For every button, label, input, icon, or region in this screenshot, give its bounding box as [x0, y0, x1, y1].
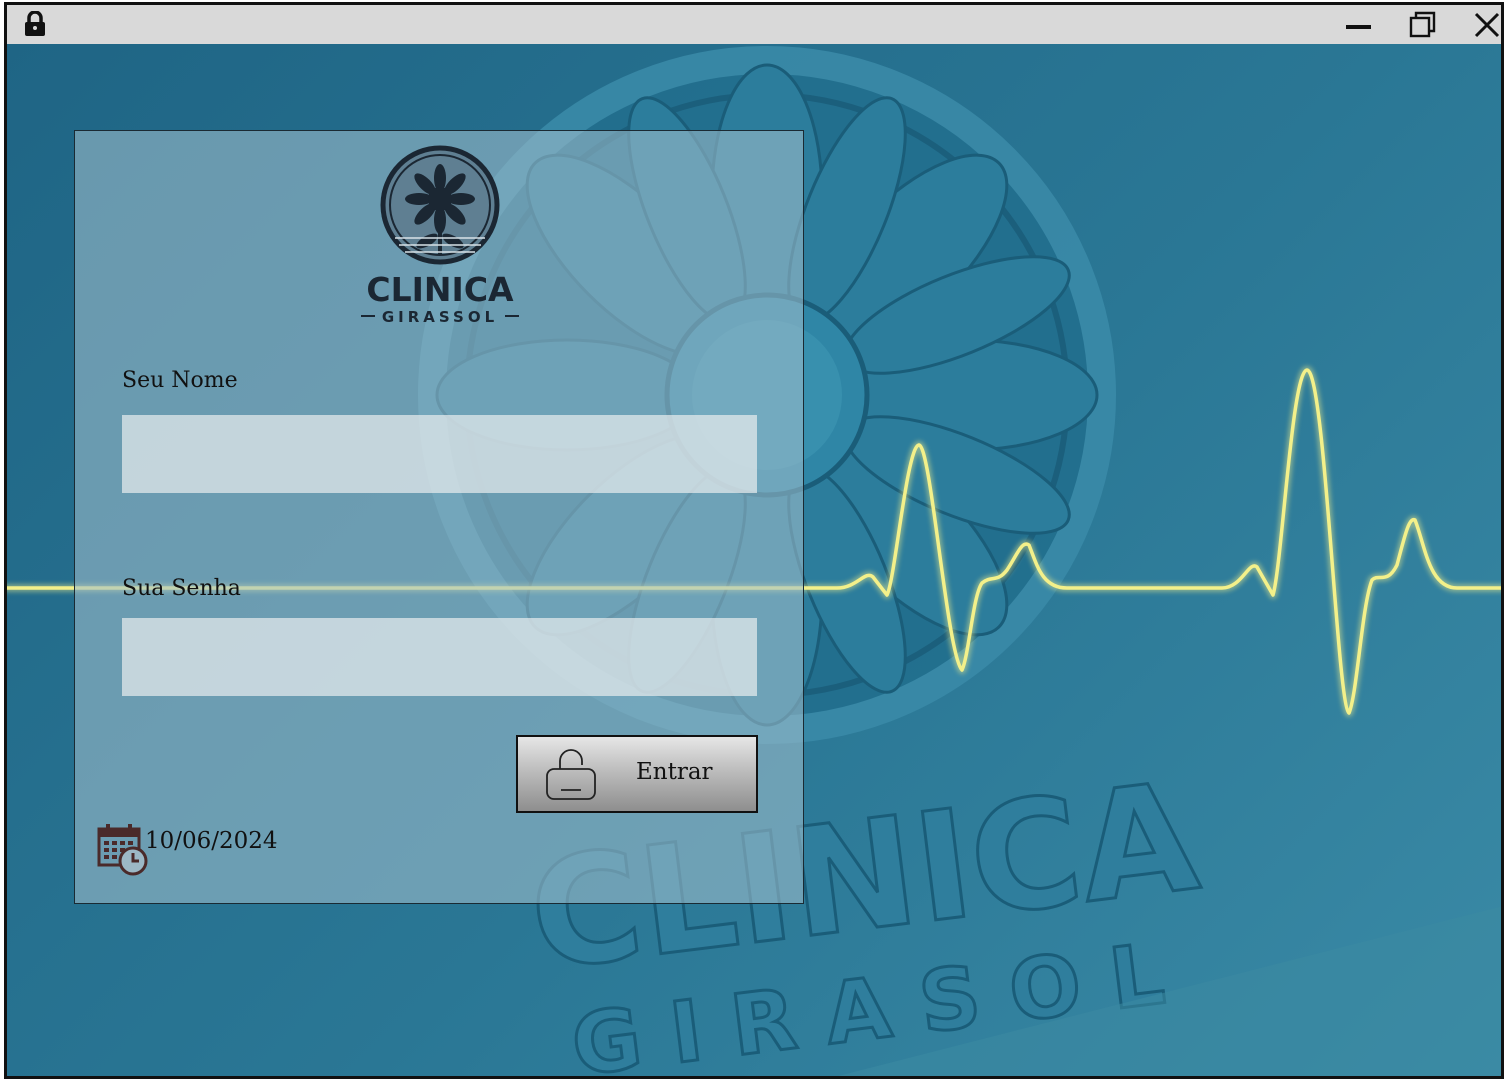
login-button-label: Entrar — [636, 759, 713, 785]
password-input[interactable] — [122, 618, 757, 696]
close-icon[interactable] — [1473, 11, 1501, 43]
current-date: 10/06/2024 — [145, 828, 278, 854]
login-panel: CLINICA GIRASSOL Seu Nome Sua Senha Entr… — [74, 130, 804, 904]
calendar-clock-icon — [97, 823, 149, 881]
svg-text:CLINICA: CLINICA — [366, 270, 514, 309]
name-label: Seu Nome — [122, 368, 238, 393]
unlock-icon — [544, 747, 600, 807]
svg-text:GIRASSOL: GIRASSOL — [382, 308, 498, 326]
lock-icon — [21, 10, 49, 41]
login-button[interactable]: Entrar — [516, 735, 758, 813]
maximize-icon[interactable] — [1409, 11, 1437, 43]
name-input[interactable] — [122, 415, 757, 493]
login-window: CLINICA GIRASOL CLINICA GIRASSOL Seu Nom… — [4, 2, 1504, 1079]
minimize-icon[interactable] — [1345, 11, 1373, 43]
password-label: Sua Senha — [122, 576, 241, 601]
clinic-logo: CLINICA GIRASSOL — [355, 143, 525, 328]
title-bar[interactable] — [7, 5, 1501, 44]
